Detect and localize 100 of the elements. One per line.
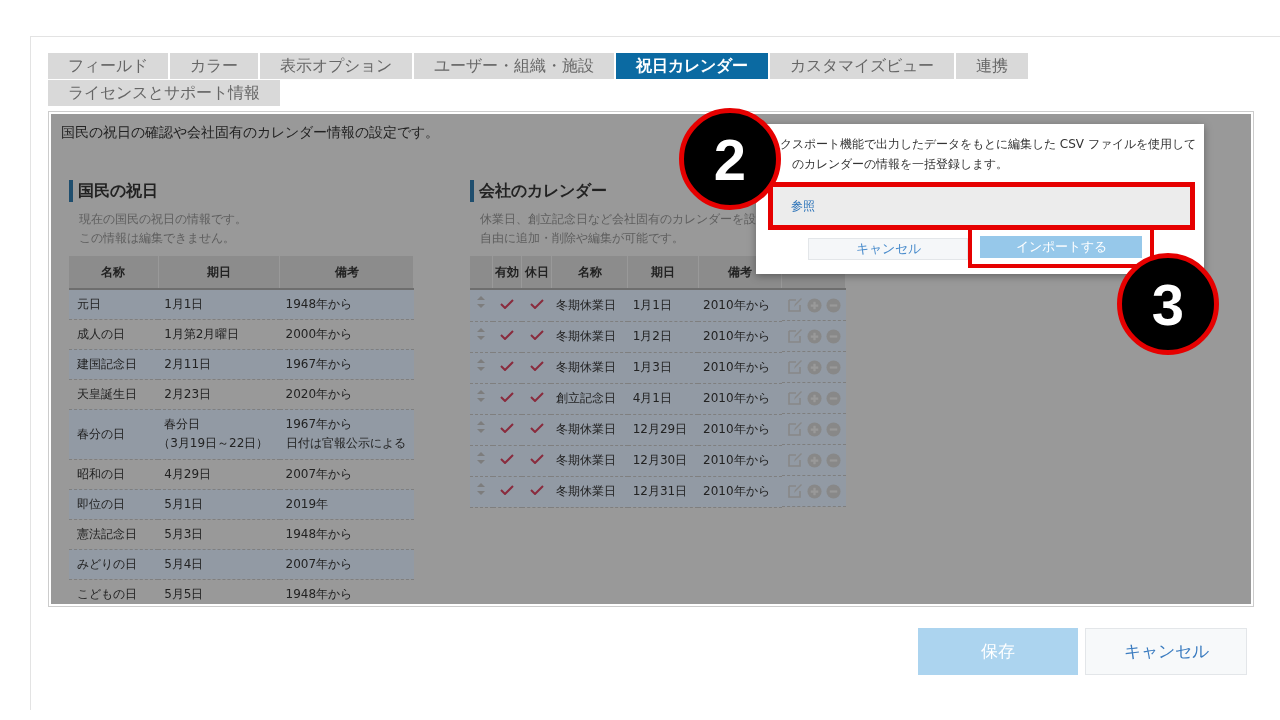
- table-cell: 12月31日: [627, 476, 698, 507]
- check-icon[interactable]: [529, 454, 544, 464]
- add-icon[interactable]: [806, 297, 822, 313]
- table-cell: 冬期休業日: [551, 445, 628, 476]
- table-cell: 冬期休業日: [551, 476, 628, 507]
- column-header: 名称: [69, 256, 159, 289]
- table-cell: 2010年から: [698, 445, 782, 476]
- table-cell: 2月23日: [158, 379, 280, 409]
- tab[interactable]: 連携: [956, 53, 1028, 79]
- sort-handle-icon[interactable]: [476, 481, 487, 496]
- table-cell: 冬期休業日: [551, 289, 628, 321]
- edit-icon[interactable]: [786, 421, 803, 437]
- check-icon[interactable]: [500, 423, 515, 433]
- sort-handle-icon[interactable]: [476, 388, 487, 403]
- tab[interactable]: カスタマイズビュー: [770, 53, 954, 79]
- browse-button[interactable]: 参照: [773, 187, 1190, 225]
- table-cell: 4月29日: [158, 459, 280, 489]
- table-cell: 4月1日: [627, 383, 698, 414]
- tab[interactable]: ユーザー・組織・施設: [414, 53, 614, 79]
- check-icon[interactable]: [500, 392, 515, 402]
- remove-icon[interactable]: [825, 483, 841, 499]
- add-icon[interactable]: [806, 452, 822, 468]
- check-icon[interactable]: [500, 485, 515, 495]
- edit-icon[interactable]: [786, 359, 803, 375]
- cancel-button[interactable]: キャンセル: [808, 238, 968, 260]
- dialog-text: クスポート機能で出力したデータをもとに編集した CSV ファイルを使用して: [779, 136, 1197, 153]
- tab[interactable]: フィールド: [48, 53, 168, 79]
- table-cell: 冬期休業日: [551, 352, 628, 383]
- check-icon[interactable]: [529, 485, 544, 495]
- table-cell: 2019年: [279, 489, 414, 519]
- edit-icon[interactable]: [786, 483, 803, 499]
- table-cell: 昭和の日: [69, 459, 159, 489]
- section-heading: 国民の祝日: [69, 180, 414, 202]
- check-icon[interactable]: [500, 298, 515, 309]
- table-cell: 建国記念日: [69, 349, 159, 379]
- add-icon[interactable]: [806, 328, 822, 344]
- table-cell: 2010年から: [698, 383, 782, 414]
- sort-handle-icon[interactable]: [476, 450, 487, 465]
- remove-icon[interactable]: [825, 359, 841, 375]
- table-cell: 1967年から: [279, 349, 414, 379]
- edit-icon[interactable]: [786, 390, 803, 406]
- remove-icon[interactable]: [825, 452, 841, 468]
- table-cell: 1948年から: [279, 289, 414, 319]
- tab[interactable]: 表示オプション: [260, 53, 412, 79]
- check-icon[interactable]: [529, 330, 544, 340]
- edit-icon[interactable]: [786, 297, 803, 313]
- tab[interactable]: ライセンスとサポート情報: [48, 80, 280, 106]
- check-icon[interactable]: [500, 361, 515, 371]
- table-cell: 即位の日: [69, 489, 159, 519]
- column-header: 休日: [521, 256, 552, 289]
- sort-handle-icon[interactable]: [476, 357, 487, 372]
- tab[interactable]: カラー: [170, 53, 258, 79]
- table-cell: 2010年から: [698, 352, 782, 383]
- table-cell: 2007年から: [279, 549, 414, 579]
- remove-icon[interactable]: [825, 297, 841, 313]
- check-icon[interactable]: [529, 392, 544, 402]
- table-cell: 5月3日: [158, 519, 280, 549]
- table-cell: 元日: [69, 289, 159, 319]
- table-cell: みどりの日: [69, 549, 159, 579]
- remove-icon[interactable]: [825, 421, 841, 437]
- column-header: 備考: [279, 256, 414, 289]
- table-cell: 5月4日: [158, 549, 280, 579]
- cell-text: 日付は官報公示による: [285, 435, 406, 452]
- edit-icon[interactable]: [786, 452, 803, 468]
- add-icon[interactable]: [806, 483, 822, 499]
- table-cell: 憲法記念日: [69, 519, 159, 549]
- sort-handle-icon[interactable]: [476, 326, 487, 341]
- table-cell: 2020年から: [279, 379, 414, 409]
- check-icon[interactable]: [529, 298, 544, 309]
- check-icon[interactable]: [500, 330, 515, 340]
- remove-icon[interactable]: [825, 328, 841, 344]
- sort-handle-icon[interactable]: [476, 295, 487, 310]
- add-icon[interactable]: [806, 421, 822, 437]
- table-cell: 2月11日: [158, 349, 280, 379]
- edit-icon[interactable]: [786, 328, 803, 344]
- column-header: 名称: [551, 256, 628, 289]
- table-cell: 2010年から: [698, 414, 782, 445]
- table-cell: 1月3日: [627, 352, 698, 383]
- check-icon[interactable]: [529, 361, 544, 371]
- table-cell: 冬期休業日: [551, 321, 628, 352]
- remove-icon[interactable]: [825, 390, 841, 406]
- check-icon[interactable]: [529, 423, 544, 433]
- cancel-button[interactable]: キャンセル: [1085, 628, 1247, 675]
- cell-text: 1967年から: [285, 416, 354, 433]
- check-icon[interactable]: [500, 454, 515, 464]
- column-header: 期日: [158, 256, 280, 289]
- table-cell: 1月1日: [627, 289, 698, 321]
- table-cell: 成人の日: [69, 319, 159, 349]
- table-cell: 12月29日: [627, 414, 698, 445]
- dialog-text: のカレンダーの情報を一括登録します。: [791, 156, 1009, 173]
- cell-text: 春分日: [164, 416, 202, 433]
- tab[interactable]: 祝日カレンダー: [616, 53, 768, 79]
- table-cell: 2000年から: [279, 319, 414, 349]
- add-icon[interactable]: [806, 359, 822, 375]
- cell-text: （3月19日～22日）: [158, 435, 270, 452]
- table-cell: 2010年から: [698, 321, 782, 352]
- sort-handle-icon[interactable]: [476, 419, 487, 434]
- column-header: 期日: [627, 256, 698, 289]
- add-icon[interactable]: [806, 390, 822, 406]
- table-cell: 2010年から: [698, 476, 782, 507]
